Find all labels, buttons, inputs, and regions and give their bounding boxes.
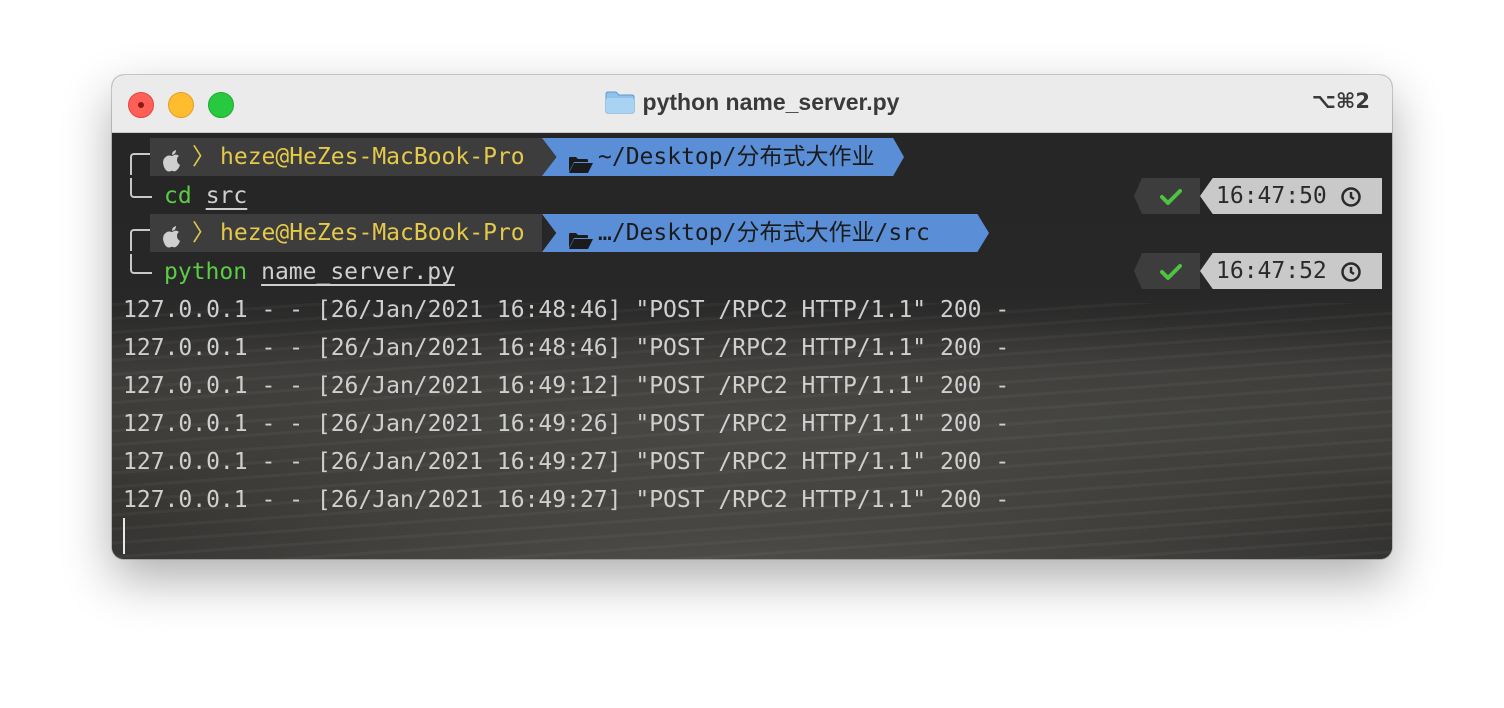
terminal-window: python name_server.py ⌥⌘2 〉 heze@HeZes-M… bbox=[112, 75, 1392, 559]
command-name: python bbox=[164, 259, 248, 285]
log-line: 127.0.0.1 - - [26/Jan/2021 16:49:12] "PO… bbox=[123, 373, 1010, 399]
log-line: 127.0.0.1 - - [26/Jan/2021 16:48:46] "PO… bbox=[123, 297, 1010, 323]
command-time: 16:47:50 bbox=[1216, 183, 1327, 209]
log-line: 127.0.0.1 - - [26/Jan/2021 16:49:27] "PO… bbox=[123, 449, 1010, 475]
prompt-path-segment: ~/Desktop/分布式大作业 bbox=[542, 138, 904, 176]
time-segment: 16:47:52 bbox=[1200, 253, 1382, 289]
window-title: python name_server.py bbox=[112, 89, 1392, 120]
command-time: 16:47:52 bbox=[1216, 258, 1327, 284]
status-success bbox=[1134, 178, 1200, 214]
prompt-bracket-top bbox=[130, 153, 152, 175]
shortcut-label: ⌥⌘2 bbox=[1311, 89, 1370, 113]
title-bar: python name_server.py ⌥⌘2 bbox=[112, 75, 1392, 133]
prompt-bracket-bottom bbox=[130, 254, 152, 274]
command-line: cd src bbox=[164, 179, 247, 213]
status-segment: 16:47:50 bbox=[1134, 178, 1382, 214]
command-argument: src bbox=[205, 183, 248, 209]
terminal-content[interactable]: 〉 heze@HeZes-MacBook-Pro ~/Desktop/分布式大作… bbox=[112, 133, 1392, 559]
command-argument: name_server.py bbox=[261, 259, 455, 285]
text-cursor bbox=[123, 518, 125, 554]
log-line: 127.0.0.1 - - [26/Jan/2021 16:49:26] "PO… bbox=[123, 411, 1010, 437]
command-line: python name_server.py bbox=[164, 255, 455, 289]
prompt-path-segment: …/Desktop/分布式大作业/src bbox=[542, 214, 989, 252]
check-icon bbox=[1160, 189, 1182, 205]
time-segment: 16:47:50 bbox=[1200, 178, 1382, 214]
open-folder-icon bbox=[568, 224, 594, 252]
status-success bbox=[1134, 253, 1200, 289]
prompt-user: heze@HeZes-MacBook-Pro bbox=[220, 144, 525, 170]
log-line: 127.0.0.1 - - [26/Jan/2021 16:49:27] "PO… bbox=[123, 487, 1010, 513]
check-icon bbox=[1160, 264, 1182, 280]
folder-icon bbox=[605, 90, 635, 120]
open-folder-icon bbox=[568, 148, 594, 176]
prompt-bracket-bottom bbox=[130, 178, 152, 198]
command-name: cd bbox=[164, 183, 192, 209]
prompt-user: heze@HeZes-MacBook-Pro bbox=[220, 220, 525, 246]
prompt-path: ~/Desktop/分布式大作业 bbox=[598, 144, 875, 170]
log-line: 127.0.0.1 - - [26/Jan/2021 16:48:46] "PO… bbox=[123, 335, 1010, 361]
status-segment: 16:47:52 bbox=[1134, 253, 1382, 289]
prompt-user-segment: 〉 heze@HeZes-MacBook-Pro bbox=[150, 138, 542, 176]
prompt-path: …/Desktop/分布式大作业/src bbox=[598, 220, 930, 246]
prompt-bracket-top bbox=[130, 229, 152, 251]
window-title-text: python name_server.py bbox=[642, 89, 900, 115]
chevron-right-icon: 〉 bbox=[192, 144, 215, 170]
chevron-right-icon: 〉 bbox=[192, 220, 215, 246]
prompt-user-segment: 〉 heze@HeZes-MacBook-Pro bbox=[150, 214, 542, 252]
clock-icon bbox=[1341, 187, 1361, 207]
clock-icon bbox=[1341, 262, 1361, 282]
